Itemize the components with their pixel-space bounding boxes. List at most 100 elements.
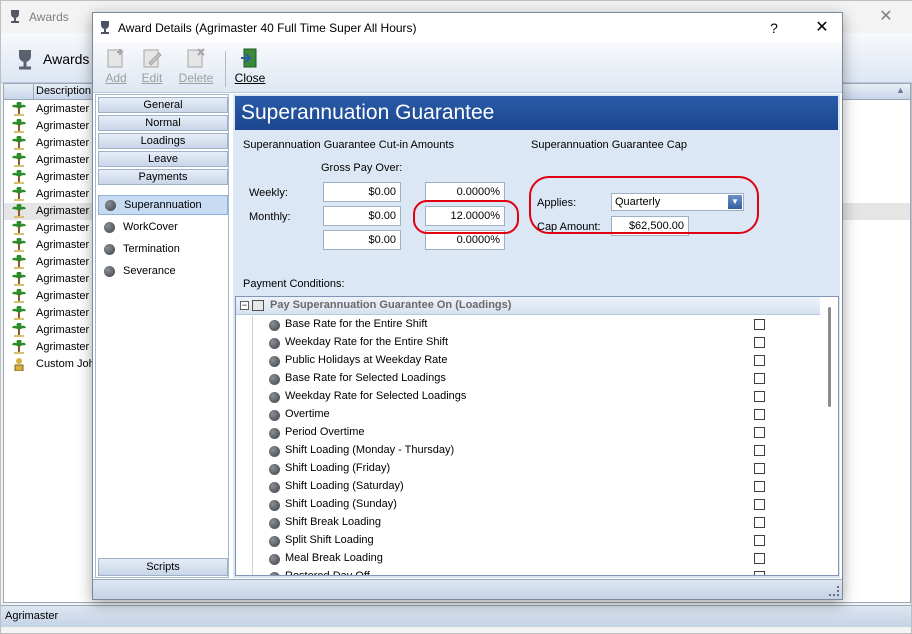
bullet-icon: [104, 243, 115, 255]
close-label: Close: [234, 71, 266, 85]
payment-conditions-label: Payment Conditions:: [243, 278, 345, 290]
list-item[interactable]: Shift Loading (Sunday): [252, 496, 820, 514]
condition-checkbox[interactable]: [754, 481, 765, 492]
list-item[interactable]: Rostered Day Off: [252, 568, 820, 575]
list-item[interactable]: Shift Loading (Monday - Thursday): [252, 442, 820, 460]
grid-header-description[interactable]: Description: [36, 85, 91, 97]
row-description: Agrimaster: [36, 137, 90, 149]
gross-pay-label: Gross Pay Over:: [321, 162, 403, 174]
edit-button[interactable]: Edit: [133, 47, 171, 89]
condition-checkbox[interactable]: [754, 517, 765, 528]
list-item[interactable]: Shift Break Loading: [252, 514, 820, 532]
close-icon[interactable]: ✕: [871, 5, 901, 29]
awards-window-title: Awards: [29, 10, 69, 24]
collapse-icon[interactable]: −: [240, 301, 249, 310]
list-item[interactable]: Split Shift Loading: [252, 532, 820, 550]
condition-checkbox[interactable]: [754, 427, 765, 438]
list-item[interactable]: Base Rate for Selected Loadings: [252, 370, 820, 388]
conditions-scrollbar[interactable]: [822, 297, 838, 575]
row-description: Agrimaster: [36, 256, 90, 268]
conditions-group-label: Pay Superannuation Guarantee On (Loading…: [270, 299, 512, 311]
list-item[interactable]: Base Rate for the Entire Shift: [252, 316, 820, 334]
palm-tree-icon: [12, 221, 26, 235]
condition-label: Period Overtime: [285, 426, 365, 438]
condition-checkbox[interactable]: [754, 571, 765, 575]
nav-item-label: WorkCover: [123, 221, 178, 233]
condition-checkbox[interactable]: [754, 337, 765, 348]
bullet-icon: [269, 338, 280, 349]
nav-tab-normal[interactable]: Normal: [98, 115, 228, 131]
condition-checkbox[interactable]: [754, 445, 765, 456]
condition-checkbox[interactable]: [754, 355, 765, 366]
bullet-icon: [269, 320, 280, 331]
condition-checkbox[interactable]: [754, 553, 765, 564]
help-button[interactable]: ?: [761, 17, 787, 39]
condition-checkbox[interactable]: [754, 391, 765, 402]
bullet-icon: [269, 356, 280, 367]
condition-label: Base Rate for Selected Loadings: [285, 372, 446, 384]
add-icon: [107, 49, 123, 68]
condition-checkbox[interactable]: [754, 535, 765, 546]
scrollbar-thumb[interactable]: [828, 307, 831, 407]
grid-header-icon-column[interactable]: [4, 84, 34, 100]
list-item[interactable]: Weekday Rate for the Entire Shift: [252, 334, 820, 352]
weekly-percent-field[interactable]: 0.0000%: [425, 182, 505, 202]
nav-tab-leave[interactable]: Leave: [98, 151, 228, 167]
bullet-icon: [269, 410, 280, 421]
palm-tree-icon: [12, 323, 26, 337]
nav-tab-scripts[interactable]: Scripts: [98, 558, 228, 576]
condition-checkbox[interactable]: [754, 409, 765, 420]
row-description: Agrimaster: [36, 222, 90, 234]
nav-tab-payments[interactable]: Payments: [98, 169, 228, 185]
monthly-amount-field[interactable]: $0.00: [323, 206, 401, 226]
nav-item-severance[interactable]: Severance: [98, 261, 228, 281]
list-item[interactable]: Public Holidays at Weekday Rate: [252, 352, 820, 370]
bullet-icon: [269, 572, 280, 575]
bullet-icon: [269, 500, 280, 511]
conditions-group-header[interactable]: − Pay Superannuation Guarantee On (Loadi…: [236, 297, 820, 315]
row-description: Agrimaster: [36, 103, 90, 115]
bullet-icon: [269, 464, 280, 475]
add-button[interactable]: Add: [97, 47, 135, 89]
third-amount-field[interactable]: $0.00: [323, 230, 401, 250]
row-description: Agrimaster: [36, 154, 90, 166]
bullet-icon: [269, 392, 280, 403]
list-item[interactable]: Shift Loading (Saturday): [252, 478, 820, 496]
list-item[interactable]: Overtime: [252, 406, 820, 424]
nav-tab-loadings[interactable]: Loadings: [98, 133, 228, 149]
condition-checkbox[interactable]: [754, 373, 765, 384]
awards-ribbon-button[interactable]: Awards: [7, 41, 95, 77]
condition-checkbox[interactable]: [754, 499, 765, 510]
condition-label: Shift Break Loading: [285, 516, 382, 528]
palm-tree-icon: [12, 238, 26, 252]
dialog-toolbar: Add Edit Delete Close: [93, 43, 842, 93]
dialog-close-button[interactable]: ✕: [807, 17, 837, 39]
nav-item-workcover[interactable]: WorkCover: [98, 217, 228, 237]
resize-grip-icon[interactable]: [829, 586, 839, 596]
nav-item-termination[interactable]: Termination: [98, 239, 228, 259]
bullet-icon: [269, 446, 280, 457]
list-item[interactable]: Meal Break Loading: [252, 550, 820, 568]
palm-tree-icon: [12, 272, 26, 286]
palm-tree-icon: [12, 187, 26, 201]
delete-button[interactable]: Delete: [177, 47, 215, 89]
weekly-amount-field[interactable]: $0.00: [323, 182, 401, 202]
bullet-icon: [269, 554, 280, 565]
row-description: Agrimaster: [36, 120, 90, 132]
bullet-icon: [269, 536, 280, 547]
palm-tree-icon: [12, 170, 26, 184]
row-description: Custom Joh: [36, 358, 95, 370]
list-item[interactable]: Shift Loading (Friday): [252, 460, 820, 478]
awards-ribbon-label: Awards: [43, 51, 90, 67]
list-item[interactable]: Weekday Rate for Selected Loadings: [252, 388, 820, 406]
condition-label: Shift Loading (Saturday): [285, 480, 404, 492]
condition-checkbox[interactable]: [754, 319, 765, 330]
row-description: Agrimaster: [36, 205, 90, 217]
list-item[interactable]: Period Overtime: [252, 424, 820, 442]
nav-item-superannuation[interactable]: Superannuation: [98, 195, 228, 215]
awards-status-bar: Agrimaster: [1, 605, 911, 627]
nav-tab-general[interactable]: General: [98, 97, 228, 113]
palm-tree-icon: [12, 255, 26, 269]
condition-checkbox[interactable]: [754, 463, 765, 474]
close-button[interactable]: Close: [231, 47, 269, 89]
